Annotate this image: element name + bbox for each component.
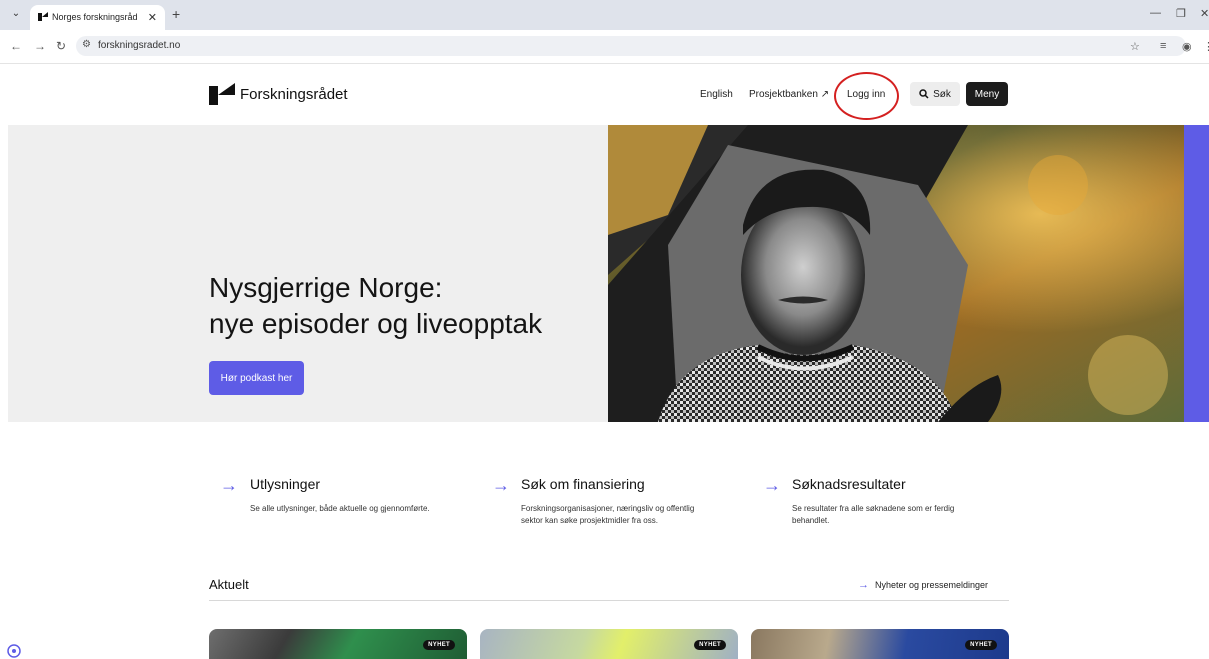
arrow-right-icon: → [858, 579, 869, 591]
hero-title-line2: nye episoder og liveopptak [209, 308, 543, 339]
ql-resultater-desc: Se resultater fra alle søknadene som er … [792, 503, 954, 527]
ql-resultater-desc-line1: Se resultater fra alle søknadene som er … [792, 504, 955, 513]
news-badge: NYHET [423, 640, 455, 650]
browser-tab[interactable]: Norges forskningsråd ✕ [30, 5, 165, 30]
ql-finansiering-title[interactable]: Søk om finansiering [521, 476, 645, 492]
login-highlight-circle [834, 72, 899, 120]
hero-title-line1: Nysgjerrige Norge: [209, 272, 443, 303]
site-favicon-icon [38, 12, 48, 21]
news-divider [209, 600, 1009, 601]
back-icon[interactable]: ← [10, 39, 22, 53]
news-all-link[interactable]: → Nyheter og pressemeldinger [858, 579, 988, 591]
tab-title: Norges forskningsråd [52, 12, 138, 22]
address-bar[interactable]: ⚙ forskningsradet.no [76, 36, 1186, 56]
reload-icon[interactable]: ↻ [56, 39, 66, 53]
chrome-menu-icon[interactable]: ⋮ [1203, 40, 1209, 53]
news-all-link-label: Nyheter og pressemeldinger [875, 580, 989, 590]
accessibility-widget-icon[interactable] [7, 644, 21, 658]
ql-utlysninger-title[interactable]: Utlysninger [250, 476, 320, 492]
browser-tabbar: ⌄ Norges forskningsråd ✕ + — ❐ ✕ [0, 0, 1209, 30]
minimize-icon[interactable]: — [1150, 7, 1161, 19]
nav-english[interactable]: English [700, 89, 733, 100]
search-icon [919, 89, 929, 99]
ql-finansiering-desc: Forskningsorganisasjoner, næringsliv og … [521, 503, 694, 527]
ql-utlysninger-desc: Se alle utlysninger, både aktuelle og gj… [250, 504, 430, 513]
hero-accent-bar [1184, 125, 1209, 422]
tab-search-chevron-icon[interactable]: ⌄ [8, 8, 24, 22]
search-button[interactable]: Søk [910, 82, 960, 106]
url-text: forskningsradet.no [98, 40, 181, 51]
ql-arrow-icon[interactable]: → [763, 475, 781, 496]
new-tab-icon[interactable]: + [172, 6, 180, 22]
site-info-icon[interactable]: ⚙ [82, 39, 91, 50]
ql-resultater-title[interactable]: Søknadsresultater [792, 476, 906, 492]
forskningsradet-logo-icon[interactable] [209, 83, 235, 105]
menu-button[interactable]: Meny [966, 82, 1008, 106]
news-heading: Aktuelt [209, 577, 249, 592]
nav-prosjektbanken[interactable]: Prosjektbanken ↗ [749, 89, 829, 100]
logo-text[interactable]: Forskningsrådet [240, 86, 348, 103]
news-badge: NYHET [694, 640, 726, 650]
menu-label: Meny [974, 88, 1000, 100]
news-card[interactable]: NYHET [751, 629, 1009, 659]
search-label: Søk [933, 88, 951, 100]
forward-icon[interactable]: → [34, 39, 46, 53]
hero-portrait-image [608, 125, 1184, 422]
restore-icon[interactable]: ❐ [1176, 7, 1186, 20]
profile-icon[interactable]: ◉ [1182, 40, 1192, 53]
news-card[interactable]: NYHET [480, 629, 738, 659]
ql-resultater-desc-line2: behandlet. [792, 516, 830, 525]
browser-toolbar: ← → ↻ ⚙ forskningsradet.no ☆ ≡ ◉ ⋮ [0, 30, 1209, 64]
ql-finansiering-desc-line2: sektor kan søke prosjektmidler fra oss. [521, 516, 658, 525]
reading-list-icon[interactable]: ≡ [1160, 40, 1166, 52]
ql-arrow-icon[interactable]: → [220, 475, 238, 496]
bookmark-star-icon[interactable]: ☆ [1130, 40, 1140, 53]
ql-finansiering-desc-line1: Forskningsorganisasjoner, næringsliv og … [521, 504, 695, 513]
close-window-icon[interactable]: ✕ [1200, 7, 1209, 20]
ql-arrow-icon[interactable]: → [492, 475, 510, 496]
tab-close-icon[interactable]: ✕ [148, 11, 157, 24]
hero-title: Nysgjerrige Norge: nye episoder og liveo… [209, 270, 542, 342]
news-badge: NYHET [965, 640, 997, 650]
podcast-button[interactable]: Hør podkast her [209, 361, 304, 395]
news-card[interactable]: NYHET [209, 629, 467, 659]
